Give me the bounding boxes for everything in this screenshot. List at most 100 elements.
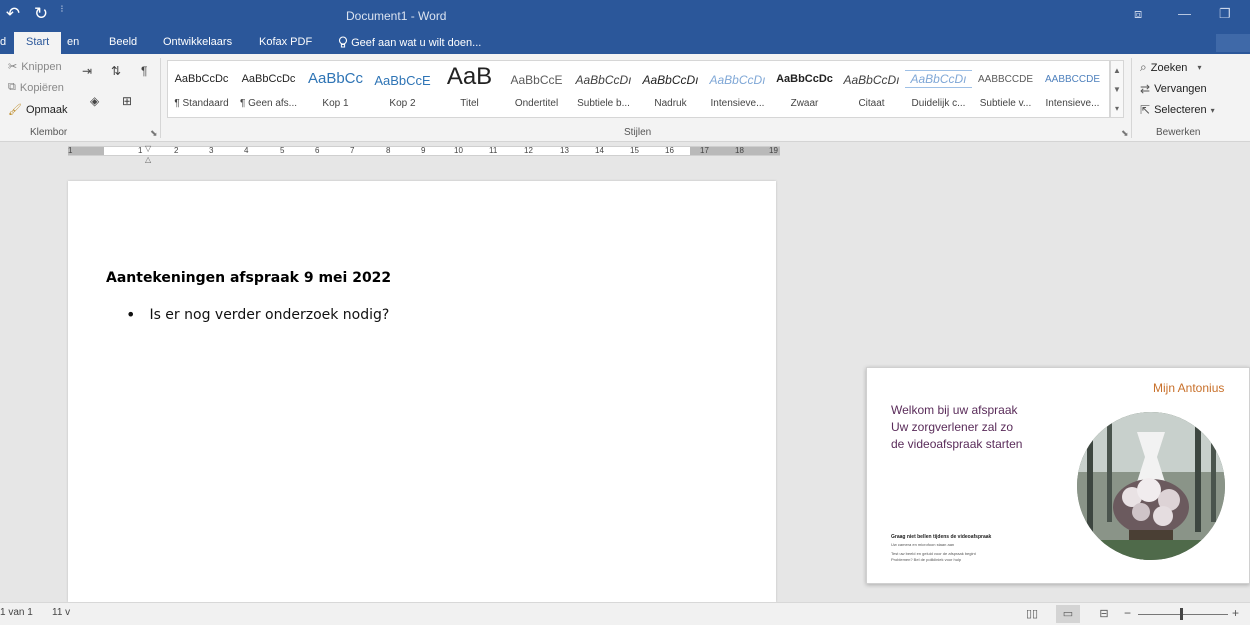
title-bar: ↶ ↻ ⁝ Document1 - Word ⧈ — ❐: [0, 0, 1250, 32]
ribbon-tabs: d Start en Beeld Ontwikkelaars Kofax PDF…: [0, 32, 1250, 54]
tab-partial-en[interactable]: en: [67, 36, 79, 48]
scroll-down-icon[interactable]: ▼: [1111, 80, 1123, 99]
document-page[interactable]: Aantekeningen afspraak 9 mei 2022 • Is e…: [68, 181, 776, 602]
shading-icon[interactable]: ◈: [90, 94, 99, 108]
restore-icon[interactable]: ❐: [1219, 6, 1231, 22]
lightbulb-icon: [338, 36, 348, 48]
style-geen-afstand[interactable]: AaBbCcDc ¶ Geen afs...: [235, 61, 302, 117]
select-button[interactable]: ⇱ Selecteren ▾: [1140, 103, 1215, 117]
instruction-line: Uw camera en microfoon staan aan: [891, 542, 955, 547]
style-name: Kop 1: [322, 98, 349, 109]
tab-ontwikkelaars[interactable]: Ontwikkelaars: [163, 36, 232, 48]
style-sample: AaBbCcE: [510, 73, 563, 87]
ruler-number: 15: [630, 146, 639, 155]
styles-launcher-icon[interactable]: ⬊: [1121, 128, 1129, 139]
pilcrow-icon[interactable]: ¶: [141, 64, 147, 78]
styles-gallery-scroll[interactable]: ▲ ▼ ▾: [1110, 60, 1124, 118]
zoom-out-icon[interactable]: −: [1124, 606, 1131, 620]
style-sample: AaBbCcDı: [843, 73, 900, 87]
sort-icon[interactable]: ⇅: [111, 64, 121, 78]
ruler-number: 18: [735, 146, 744, 155]
ruler-number: 2: [174, 146, 179, 155]
style-duidelijk-citaat[interactable]: AaBbCcDı Duidelijk c...: [905, 61, 972, 117]
ruler-number: 7: [350, 146, 355, 155]
replace-icon: ⇄: [1140, 82, 1151, 96]
borders-icon[interactable]: ⊞: [122, 94, 132, 108]
style-sample: AaBbCcDc: [241, 73, 296, 85]
zoom-slider-thumb[interactable]: [1180, 608, 1183, 620]
chevron-down-icon: ▾: [1210, 105, 1215, 115]
first-line-indent-marker[interactable]: ▽: [145, 144, 151, 153]
style-kop-1[interactable]: AaBbCc Kop 1: [302, 61, 369, 117]
style-nadruk[interactable]: AaBbCcDı Nadruk: [637, 61, 704, 117]
tab-kofax-pdf[interactable]: Kofax PDF: [259, 36, 312, 48]
hospital-photo-illustration: [1077, 412, 1225, 560]
ruler-number: 4: [244, 146, 249, 155]
hanging-indent-marker[interactable]: △: [145, 155, 151, 164]
page-count[interactable]: 1 van 1: [0, 607, 33, 618]
style-sample: AaBbCcDc: [776, 73, 833, 85]
word-count[interactable]: 11 v: [52, 607, 70, 618]
find-label: Zoeken: [1150, 61, 1188, 74]
style-name: Subtiele b...: [577, 98, 630, 109]
document-heading[interactable]: Aantekeningen afspraak 9 mei 2022: [106, 270, 391, 286]
list-item[interactable]: • Is er nog verder onderzoek nodig?: [126, 305, 389, 324]
style-sample: AaBbCcDı: [905, 70, 972, 88]
video-call-window[interactable]: Mijn Antonius Welkom bij uw afspraak Uw …: [866, 367, 1250, 584]
read-mode-icon[interactable]: ▯▯: [1020, 605, 1044, 623]
welcome-message: Welkom bij uw afspraak Uw zorgverlener z…: [891, 402, 1022, 453]
tab-beeld[interactable]: Beeld: [109, 36, 137, 48]
gallery-more-icon[interactable]: ▾: [1111, 99, 1123, 118]
horizontal-ruler[interactable]: 1 1 2 3 4 5 6 7 8 9 10 11 12 13 14 15 16…: [68, 146, 780, 156]
tell-me-search[interactable]: Geef aan wat u wilt doen...: [338, 36, 481, 49]
instruction-heading: Graag niet bellen tijdens de videoafspra…: [891, 534, 992, 540]
style-name: Ondertitel: [514, 98, 559, 109]
replace-button[interactable]: ⇄ Vervangen: [1140, 82, 1207, 96]
welcome-line: de videoafspraak starten: [891, 437, 1023, 451]
undo-icon[interactable]: ↶: [4, 4, 22, 24]
zoom-slider-track[interactable]: [1138, 614, 1228, 615]
print-layout-icon[interactable]: ▭: [1056, 605, 1080, 623]
scroll-up-icon[interactable]: ▲: [1111, 61, 1123, 80]
clipboard-launcher-icon[interactable]: ⬊: [150, 128, 158, 139]
customize-qat-icon[interactable]: ⁝: [60, 4, 64, 24]
style-standaard[interactable]: AaBbCcDc ¶ Standaard: [168, 61, 235, 117]
tab-partial[interactable]: d: [0, 36, 6, 48]
tab-start[interactable]: Start: [14, 32, 62, 54]
style-name: Zwaar: [790, 98, 819, 109]
share-button[interactable]: [1216, 34, 1250, 52]
style-intensieve-verwijzing[interactable]: AABBCCDE Intensieve...: [1039, 61, 1106, 117]
style-subtiele-benadrukking[interactable]: AaBbCcDı Subtiele b...: [570, 61, 637, 117]
cut-button[interactable]: ✂ Knippen: [8, 60, 62, 74]
copy-button[interactable]: ⧉ Kopiëren: [8, 81, 64, 94]
styles-gallery: AaBbCcDc ¶ Standaard AaBbCcDc ¶ Geen afs…: [167, 60, 1110, 118]
style-ondertitel[interactable]: AaBbCcE Ondertitel: [503, 61, 570, 117]
style-kop-2[interactable]: AaBbCcE Kop 2: [369, 61, 436, 117]
document-title: Document1 - Word: [346, 9, 447, 23]
style-name: ¶ Geen afs...: [239, 98, 298, 109]
ruler-number: 1: [138, 146, 143, 155]
redo-icon[interactable]: ↻: [32, 4, 50, 24]
instruction-line: Test uw beeld en geluid voor de afspraak…: [891, 551, 976, 556]
indent-icon[interactable]: ⇥: [82, 64, 92, 78]
ribbon: ✂ Knippen ⧉ Kopiëren 🖌 Opmaak Klembor ⬊ …: [0, 54, 1250, 142]
style-zwaar[interactable]: AaBbCcDc Zwaar: [771, 61, 838, 117]
style-sample: AaBbCc: [307, 70, 364, 87]
ruler-number: 12: [524, 146, 533, 155]
style-citaat[interactable]: AaBbCcDı Citaat: [838, 61, 905, 117]
clipboard-group-label: Klembor: [30, 127, 68, 138]
style-intensieve-nadruk[interactable]: AaBbCcDı Intensieve...: [704, 61, 771, 117]
style-name: ¶ Standaard: [174, 98, 229, 109]
minimize-icon[interactable]: —: [1178, 6, 1191, 21]
tell-me-text: Geef aan wat u wilt doen...: [351, 37, 482, 49]
ribbon-display-options-icon[interactable]: ⧈: [1134, 6, 1142, 22]
instruction-line: Problemen? Bel de polikliniek voor hulp: [891, 557, 962, 562]
ruler-number: 19: [769, 146, 778, 155]
web-layout-icon[interactable]: ⊟: [1092, 605, 1116, 623]
zoom-in-icon[interactable]: +: [1232, 606, 1239, 620]
style-subtiele-verwijzing[interactable]: AABBCCDE Subtiele v...: [972, 61, 1039, 117]
cursor-icon: ⇱: [1140, 103, 1151, 117]
format-painter-button[interactable]: 🖌 Opmaak: [8, 103, 68, 117]
find-button[interactable]: ⌕ Zoeken ▾: [1140, 60, 1201, 75]
style-titel[interactable]: AaB Titel: [436, 61, 503, 117]
